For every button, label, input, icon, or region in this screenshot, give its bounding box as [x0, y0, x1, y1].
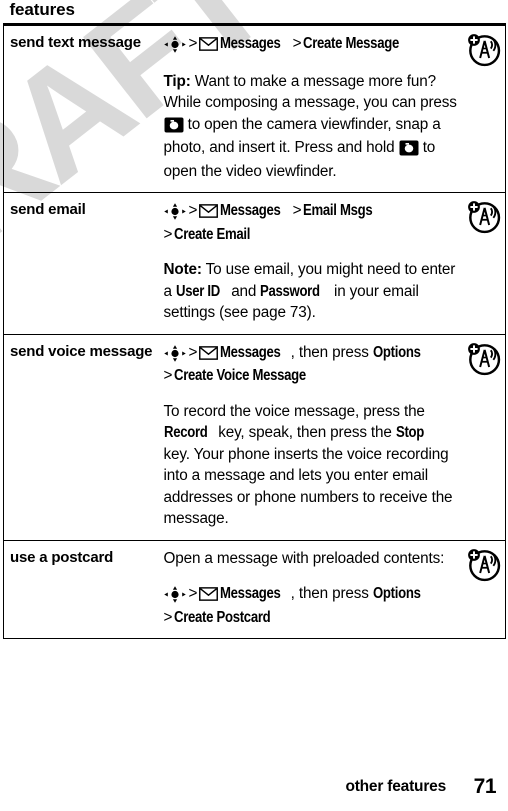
row-label-cell: send email [3, 192, 164, 335]
menu-label: Messages [220, 202, 281, 219]
row-label: use a postcard [10, 548, 114, 566]
row-icon-cell [460, 334, 506, 541]
instruction-text-2: key, speak, then press the [214, 424, 396, 441]
menu-path: > Messages , then press Options [163, 583, 459, 607]
table-row: send text message > Messages > Create Me… [3, 24, 506, 193]
menu-label: Email Msgs [303, 202, 373, 219]
path-separator: > [292, 202, 302, 219]
footer-section-title: other features [345, 778, 446, 795]
menu-label: Create Message [303, 35, 400, 52]
navigation-key-icon [163, 585, 187, 607]
row-label: send text message [10, 34, 141, 51]
instruction-paragraph: To record the voice message, press the R… [164, 401, 459, 530]
menu-label: Options [372, 343, 421, 361]
features-table-wrapper: features send text message > Messages > … [3, 0, 506, 639]
page-footer: other features 71 [0, 771, 508, 798]
menu-label: Create Voice Message [174, 367, 307, 384]
path-separator: > [188, 585, 198, 602]
table-header-title: features [9, 0, 75, 19]
menu-label: User ID [175, 282, 220, 300]
path-separator: > [188, 343, 198, 361]
tip-text-1: Want to make a message more fun? While c… [163, 72, 457, 112]
row-label: send email [10, 201, 86, 218]
navigation-key-icon [163, 35, 187, 57]
instruction-text-3: key. Your phone inserts the voice record… [163, 445, 453, 528]
camera-key-icon [164, 116, 184, 138]
camera-key-icon [399, 139, 419, 161]
note-text-2: and [227, 282, 261, 300]
menu-label: Stop [395, 424, 424, 441]
network-required-icon [465, 198, 501, 239]
navigation-key-icon [163, 344, 187, 366]
table-header-cell: features [3, 0, 506, 26]
envelope-icon [199, 344, 220, 366]
intro-paragraph: Open a message with preloaded contents: [163, 549, 445, 567]
row-icon-cell [460, 192, 506, 335]
row-body-cell: > Messages > Create Message Tip: Want to m… [163, 24, 461, 193]
envelope-icon [199, 585, 220, 607]
network-required-icon [465, 546, 501, 587]
table-row: send email > Messages > Email Msgs > Cre… [3, 192, 506, 335]
menu-path-continued: > Create Postcard [164, 607, 459, 629]
table-row: use a postcard Open a message with prelo… [3, 540, 506, 639]
menu-label: Record [163, 424, 208, 441]
tip-label: Tip: [163, 72, 191, 90]
menu-label: Password [260, 282, 321, 300]
path-separator: > [292, 35, 302, 52]
note-label: Note: [163, 261, 202, 278]
envelope-icon [199, 35, 220, 57]
menu-label: Messages [220, 585, 281, 602]
row-body-cell: Open a message with preloaded contents: … [163, 540, 461, 639]
table-row: send voice message > Messages , then pre… [3, 334, 506, 541]
row-body-cell: > Messages, then press Options > Create V… [163, 334, 461, 541]
row-label-cell: send voice message [3, 334, 164, 541]
note-paragraph: Note: To use email, you might need to en… [164, 259, 459, 324]
menu-label: Messages [220, 35, 281, 52]
menu-label: Options [372, 585, 421, 602]
features-table: features send text message > Messages > … [3, 0, 506, 639]
manual-page: features send text message > Messages > … [0, 0, 508, 811]
table-header-row: features [3, 0, 506, 26]
instruction-text-1: To record the voice message, press the [163, 402, 425, 420]
navigation-key-icon [163, 202, 187, 224]
row-icon-cell [460, 24, 506, 193]
path-separator: > [163, 608, 173, 626]
path-connector: , then press [290, 343, 373, 361]
path-separator: > [188, 35, 198, 52]
menu-label: Create Email [174, 225, 251, 243]
menu-label: Messages [220, 343, 281, 361]
menu-label: Create Postcard [174, 608, 271, 626]
path-separator: > [163, 225, 173, 243]
row-label: send voice message [10, 342, 153, 360]
tip-paragraph: Tip: Want to make a message more fun? Wh… [164, 71, 459, 183]
path-connector: , then press [290, 585, 373, 602]
menu-path: > Messages > Email Msgs [163, 200, 459, 224]
footer-page-number: 71 [473, 775, 497, 798]
envelope-icon [199, 202, 220, 224]
menu-path: > Messages > Create Message [163, 33, 459, 57]
menu-path: > Messages , then press Options [163, 342, 459, 366]
path-separator: > [163, 367, 173, 384]
path-separator: > [188, 202, 198, 219]
network-required-icon [465, 340, 501, 381]
menu-path-continued: > Create Email [164, 224, 459, 246]
row-body-cell: > Messages > Email Msgs > Create Email Note… [163, 192, 461, 335]
menu-path-continued: > Create Voice Message [164, 365, 459, 387]
row-label-cell: use a postcard [3, 540, 164, 639]
network-required-icon [465, 31, 501, 72]
row-icon-cell [460, 540, 506, 639]
row-label-cell: send text message [3, 24, 164, 193]
